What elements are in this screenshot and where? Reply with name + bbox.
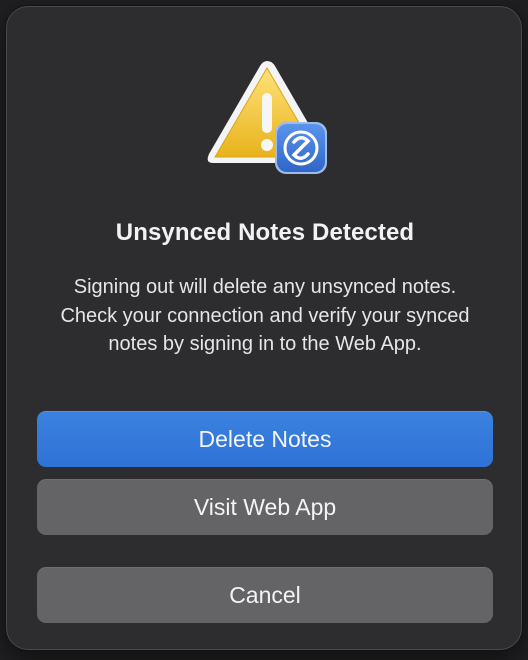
cancel-button[interactable]: Cancel xyxy=(37,567,493,623)
dialog-title: Unsynced Notes Detected xyxy=(115,219,415,246)
delete-notes-label: Delete Notes xyxy=(198,425,332,452)
dialog-message: Signing out will delete any unsynced not… xyxy=(60,276,470,355)
alert-dialog: Unsynced Notes Detected Signing out will… xyxy=(6,6,522,650)
warning-triangle-with-simplenote-badge-icon xyxy=(207,61,327,174)
delete-notes-button[interactable]: Delete Notes xyxy=(37,411,493,467)
visit-web-app-button[interactable]: Visit Web App xyxy=(37,479,493,535)
cancel-label: Cancel xyxy=(229,581,301,608)
visit-web-app-label: Visit Web App xyxy=(193,493,337,520)
